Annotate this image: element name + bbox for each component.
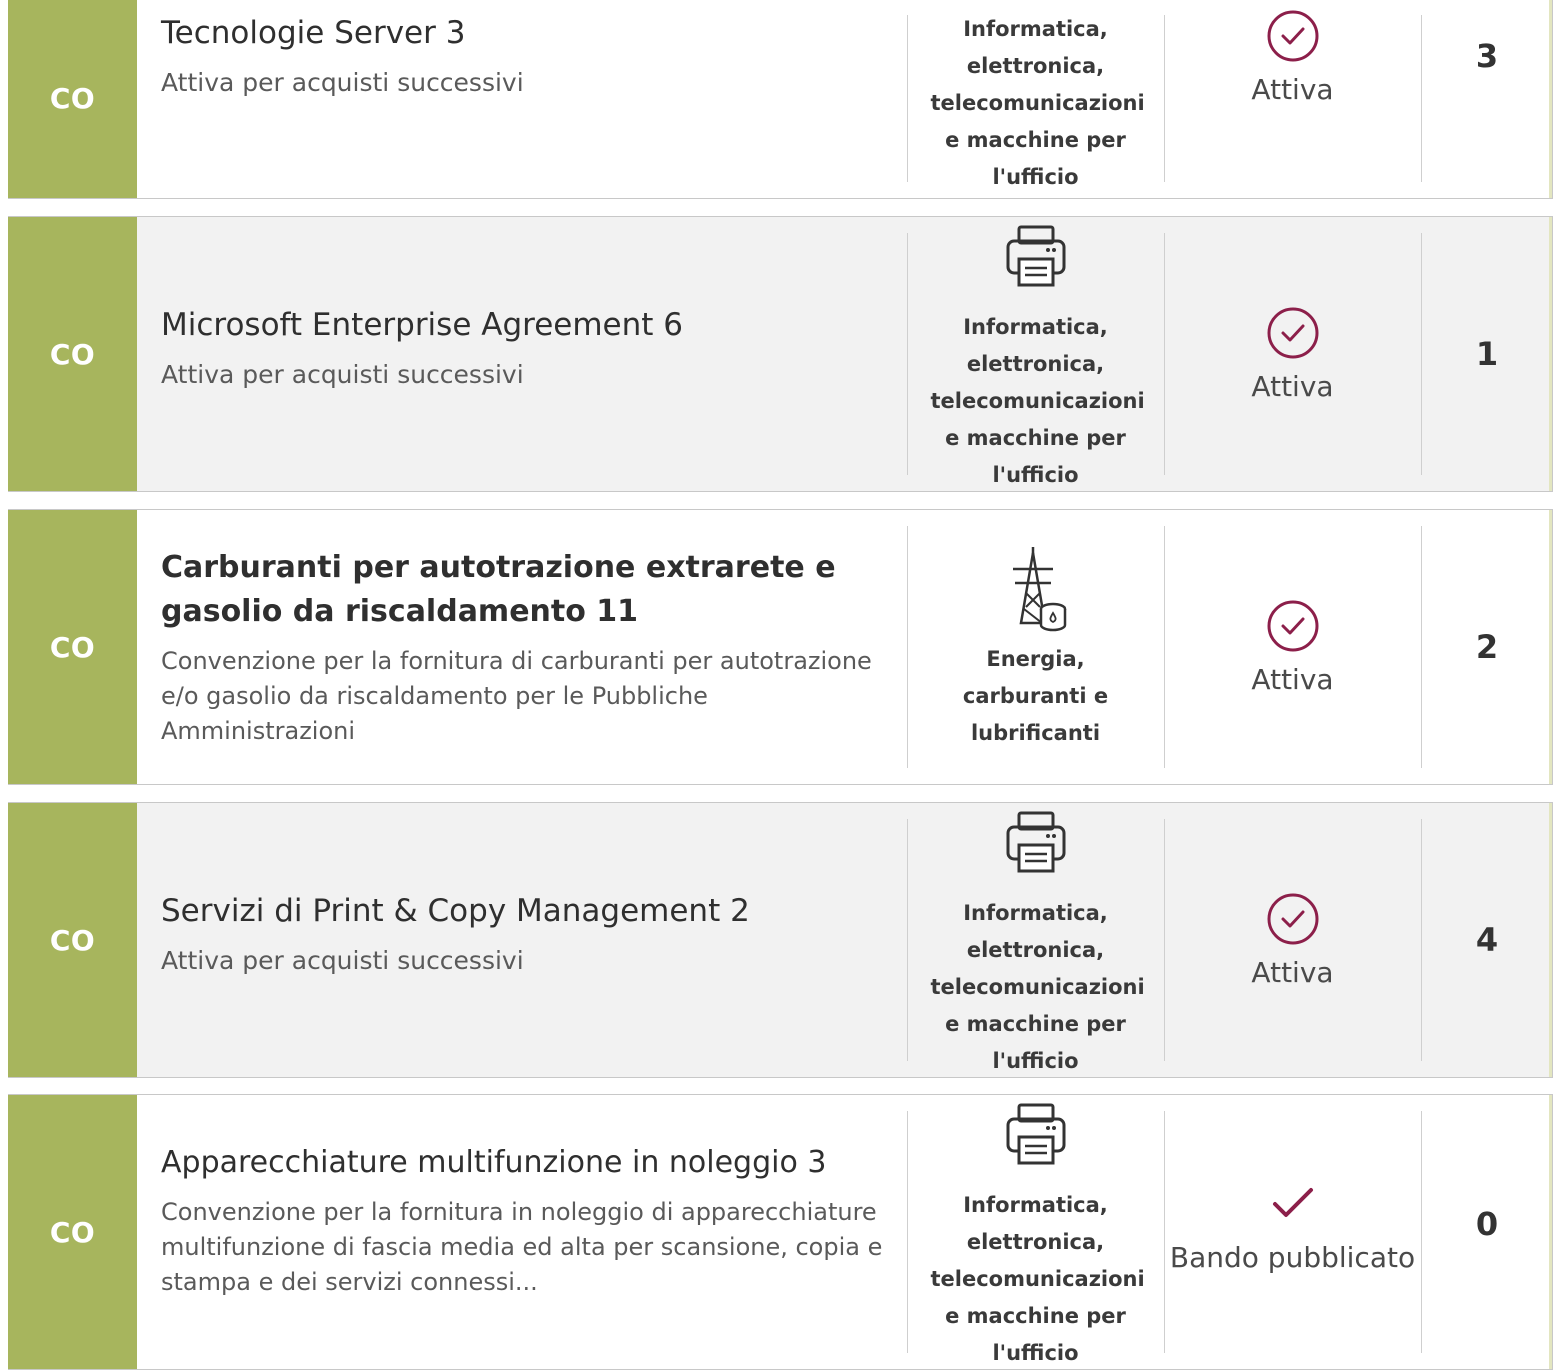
category-label: Informatica, elettronica, telecomunicazi… [930, 17, 1145, 189]
status-label: Attiva [1251, 73, 1334, 106]
column-divider [907, 526, 908, 768]
count-value: 0 [1475, 1205, 1499, 1243]
count-cell: 3 [1421, 0, 1552, 198]
type-badge: CO [8, 0, 137, 198]
check-circle-icon [1266, 892, 1320, 946]
status-cell: Attiva [1164, 803, 1421, 1077]
column-divider [907, 233, 908, 475]
check-circle-icon [1266, 599, 1320, 653]
category-label: Energia, carburanti e lubrificanti [962, 646, 1109, 745]
status-cell: Attiva [1164, 0, 1421, 198]
count-cell: 0 [1421, 1095, 1552, 1369]
item-title[interactable]: Carburanti per autotrazione extrarete e … [161, 546, 883, 634]
category-cell: Informatica, elettronica, telecomunicazi… [907, 0, 1164, 198]
category-label: Informatica, elettronica, telecomunicazi… [930, 1193, 1145, 1365]
count-value: 2 [1475, 628, 1499, 666]
item-info: Carburanti per autotrazione extrarete e … [137, 510, 907, 784]
row-edge [1549, 0, 1552, 198]
item-title[interactable]: Tecnologie Server 3 [161, 11, 883, 55]
item-description: Attiva per acquisti successivi [161, 359, 524, 389]
item-description: Attiva per acquisti successivi [161, 945, 524, 975]
printer-icon [1003, 1099, 1069, 1169]
category-cell: Informatica, elettronica, telecomunicazi… [907, 1095, 1164, 1369]
check-icon [1270, 1183, 1316, 1223]
status-cell: Attiva [1164, 217, 1421, 491]
list-item[interactable]: CO Apparecchiature multifunzione in nole… [8, 1094, 1553, 1370]
count-cell: 4 [1421, 803, 1552, 1077]
check-circle-icon [1266, 9, 1320, 63]
count-value: 1 [1475, 335, 1499, 373]
row-edge [1549, 217, 1552, 491]
count-value: 3 [1475, 37, 1499, 75]
item-title[interactable]: Microsoft Enterprise Agreement 6 [161, 303, 883, 347]
item-title[interactable]: Apparecchiature multifunzione in noleggi… [161, 1141, 883, 1185]
status-cell: Attiva [1164, 510, 1421, 784]
column-divider [1421, 15, 1422, 182]
count-value: 4 [1475, 921, 1499, 959]
list-item[interactable]: CO Servizi di Print & Copy Management 2 … [8, 802, 1553, 1078]
item-info: Tecnologie Server 3 Attiva per acquisti … [137, 0, 907, 198]
item-description: Convenzione per la fornitura di carburan… [161, 646, 872, 745]
column-divider [1164, 819, 1165, 1061]
list-item[interactable]: CO Tecnologie Server 3 Attiva per acquis… [8, 0, 1553, 199]
category-cell: Informatica, elettronica, telecomunicazi… [907, 803, 1164, 1077]
column-divider [1164, 1111, 1165, 1353]
column-divider [1421, 819, 1422, 1061]
column-divider [907, 15, 908, 182]
list-item[interactable]: CO Carburanti per autotrazione extrarete… [8, 509, 1553, 785]
type-badge: CO [8, 217, 137, 491]
count-cell: 2 [1421, 510, 1552, 784]
row-edge [1549, 803, 1552, 1077]
item-info: Microsoft Enterprise Agreement 6 Attiva … [137, 217, 907, 491]
category-cell: Informatica, elettronica, telecomunicazi… [907, 217, 1164, 491]
status-label: Attiva [1251, 369, 1334, 403]
category-cell: Energia, carburanti e lubrificanti [907, 510, 1164, 784]
item-description: Convenzione per la fornitura in noleggio… [161, 1197, 883, 1296]
column-divider [907, 819, 908, 1061]
type-badge: CO [8, 1095, 137, 1369]
status-label: Attiva [1251, 955, 1334, 989]
row-edge [1549, 510, 1552, 784]
item-info: Servizi di Print & Copy Management 2 Att… [137, 803, 907, 1077]
printer-icon [1003, 807, 1069, 877]
energy-pylon-icon [1003, 543, 1069, 635]
type-badge: CO [8, 510, 137, 784]
status-label: Bando pubblicato [1169, 1241, 1416, 1274]
column-divider [1421, 1111, 1422, 1353]
column-divider [1421, 233, 1422, 475]
item-title[interactable]: Servizi di Print & Copy Management 2 [161, 889, 883, 933]
printer-icon [1003, 221, 1069, 291]
category-label: Informatica, elettronica, telecomunicazi… [930, 315, 1145, 487]
status-label: Attiva [1251, 662, 1334, 696]
status-cell: Bando pubblicato [1164, 1095, 1421, 1369]
category-label: Informatica, elettronica, telecomunicazi… [930, 901, 1145, 1073]
row-edge [1549, 1095, 1552, 1369]
list-item[interactable]: CO Microsoft Enterprise Agreement 6 Atti… [8, 216, 1553, 492]
column-divider [1164, 15, 1165, 182]
column-divider [1164, 526, 1165, 768]
count-cell: 1 [1421, 217, 1552, 491]
item-info: Apparecchiature multifunzione in noleggi… [137, 1095, 907, 1369]
column-divider [1164, 233, 1165, 475]
item-description: Attiva per acquisti successivi [161, 68, 524, 97]
check-circle-icon [1266, 306, 1320, 360]
column-divider [1421, 526, 1422, 768]
type-badge: CO [8, 803, 137, 1077]
column-divider [907, 1111, 908, 1353]
convenzioni-list: CO Tecnologie Server 3 Attiva per acquis… [0, 0, 1554, 1370]
